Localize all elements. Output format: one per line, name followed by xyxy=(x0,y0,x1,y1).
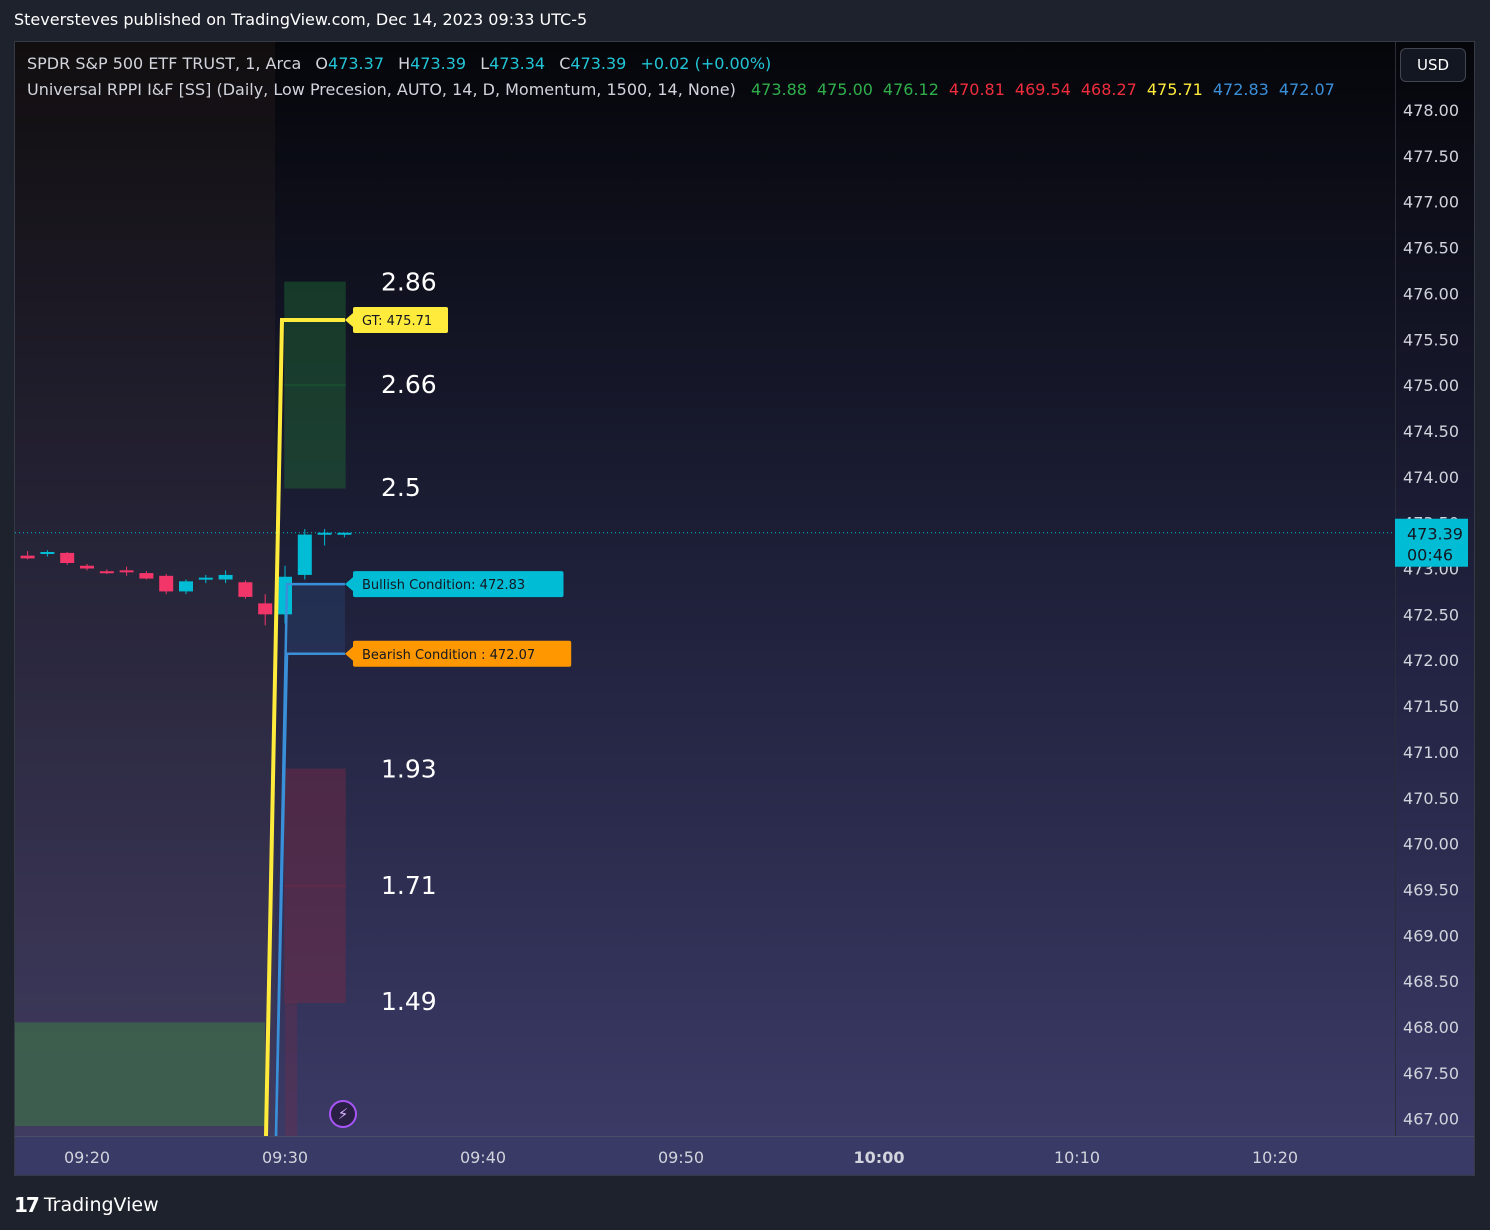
price-tick-5: 475.50 xyxy=(1403,330,1459,349)
price-tick-17: 469.50 xyxy=(1403,880,1459,899)
line-label-1: Bullish Condition: 472.83 xyxy=(362,578,525,593)
candle-body-15[interactable] xyxy=(317,532,332,535)
candle-body-14[interactable] xyxy=(297,534,312,575)
symbol-legend: SPDR S&P 500 ETF TRUST, 1, Arca O473.37 … xyxy=(27,54,771,73)
candle-body-11[interactable] xyxy=(238,582,253,597)
price-tick-22: 467.00 xyxy=(1403,1110,1459,1129)
price-tick-15: 470.50 xyxy=(1403,789,1459,808)
premarket-shade xyxy=(15,42,275,1136)
indicator-value-8: 472.07 xyxy=(1278,80,1335,99)
time-tick-1: 09:30 xyxy=(262,1148,308,1167)
time-tick-4: 10:00 xyxy=(854,1148,905,1167)
footer: 17 TradingView xyxy=(14,1193,159,1217)
price-tick-20: 468.00 xyxy=(1403,1018,1459,1037)
candle-body-1[interactable] xyxy=(40,551,55,554)
indicator-value-4: 469.54 xyxy=(1014,80,1071,99)
publish-header: Steversteves published on TradingView.co… xyxy=(14,10,588,29)
premarket-green-zone xyxy=(15,1022,265,1126)
indicator-value-5: 468.27 xyxy=(1080,80,1137,99)
price-tick-6: 475.00 xyxy=(1403,376,1459,395)
time-tick-6: 10:20 xyxy=(1252,1148,1298,1167)
line-label-pointer-2 xyxy=(345,646,353,661)
time-tick-3: 09:50 xyxy=(658,1148,704,1167)
level-label-3: 1.93 xyxy=(381,754,437,783)
price-tick-16: 470.00 xyxy=(1403,835,1459,854)
time-tick-0: 09:20 xyxy=(64,1148,110,1167)
indicator-value-0: 473.88 xyxy=(750,80,807,99)
level-label-4: 1.71 xyxy=(381,871,437,900)
close-label: C xyxy=(559,54,571,73)
zone-box-0 xyxy=(284,281,346,386)
high-label: H xyxy=(398,54,411,73)
candle-body-16[interactable] xyxy=(337,532,352,535)
last-price-label: 473.39 xyxy=(1407,525,1463,544)
line-label-pointer-1 xyxy=(345,577,353,592)
candle-body-6[interactable] xyxy=(139,573,154,579)
level-label-0: 2.86 xyxy=(381,267,437,296)
candle-body-2[interactable] xyxy=(60,552,75,563)
indicator-value-1: 475.00 xyxy=(816,80,873,99)
chart-frame: 2.86 2.66 2.5 1.93 1.71 1.49 GT: 475.71 Bullish… xyxy=(14,41,1475,1176)
open-value: 473.37 xyxy=(328,54,384,73)
level-label-5: 1.49 xyxy=(381,987,437,1016)
close-value: 473.39 xyxy=(570,54,627,73)
line-label-0: GT: 475.71 xyxy=(362,314,432,329)
price-tick-0: 478.00 xyxy=(1403,101,1459,120)
indicator-name[interactable]: Universal RPPI I&F [SS] (Daily, Low Prec… xyxy=(27,80,736,99)
symbol-name[interactable]: SPDR S&P 500 ETF TRUST, 1, Arca xyxy=(27,54,301,73)
tradingview-logo-icon: 17 xyxy=(14,1193,40,1217)
lightning-icon[interactable]: ⚡ xyxy=(329,1100,357,1128)
high-value: 473.39 xyxy=(410,54,467,73)
candle-body-4[interactable] xyxy=(99,571,114,574)
candle-body-10[interactable] xyxy=(218,574,233,580)
price-tick-8: 474.00 xyxy=(1403,468,1459,487)
zone-box-1 xyxy=(284,384,346,489)
candle-body-3[interactable] xyxy=(80,565,94,569)
price-tick-2: 477.00 xyxy=(1403,193,1459,212)
indicator-value-7: 472.83 xyxy=(1212,80,1269,99)
price-tick-11: 472.50 xyxy=(1403,605,1459,624)
currency-button[interactable]: USD xyxy=(1400,48,1466,82)
price-tick-3: 476.50 xyxy=(1403,239,1459,258)
indicator-value-2: 476.12 xyxy=(882,80,939,99)
low-value: 473.34 xyxy=(489,54,546,73)
line-label-pointer-0 xyxy=(345,312,353,327)
indicator-value-3: 470.81 xyxy=(948,80,1005,99)
price-tick-21: 467.50 xyxy=(1403,1064,1459,1083)
condition-zone xyxy=(285,584,345,654)
time-tick-2: 09:40 xyxy=(460,1148,506,1167)
footer-brand[interactable]: TradingView xyxy=(44,1194,159,1216)
open-label: O xyxy=(315,54,329,73)
price-chart[interactable]: 2.86 2.66 2.5 1.93 1.71 1.49 GT: 475.71 Bullish… xyxy=(15,42,1475,1176)
candle-body-13[interactable] xyxy=(278,576,292,615)
price-tick-14: 471.00 xyxy=(1403,743,1459,762)
candle-body-7[interactable] xyxy=(159,575,174,592)
candle-body-5[interactable] xyxy=(119,570,134,573)
indicator-value-6: 475.71 xyxy=(1146,80,1203,99)
price-tick-4: 476.00 xyxy=(1403,284,1459,303)
price-tick-19: 468.50 xyxy=(1403,972,1459,991)
level-label-2: 2.5 xyxy=(381,473,421,502)
change-value: +0.02 (+0.00%) xyxy=(640,54,772,73)
indicator-legend: Universal RPPI I&F [SS] (Daily, Low Prec… xyxy=(27,80,1335,99)
candle-body-12[interactable] xyxy=(258,603,273,615)
candle-body-8[interactable] xyxy=(179,581,193,592)
price-tick-12: 472.00 xyxy=(1403,651,1459,670)
price-tick-18: 469.00 xyxy=(1403,926,1459,945)
price-tick-13: 471.50 xyxy=(1403,697,1459,716)
level-label-1: 2.66 xyxy=(381,370,437,399)
zone-box-2 xyxy=(284,768,346,887)
low-label: L xyxy=(480,54,490,73)
countdown-label: 00:46 xyxy=(1407,546,1453,565)
zone-extension xyxy=(285,1002,297,1136)
candle-body-9[interactable] xyxy=(198,577,213,580)
candle-body-0[interactable] xyxy=(20,555,35,559)
line-label-2: Bearish Condition : 472.07 xyxy=(362,648,535,663)
price-tick-7: 474.50 xyxy=(1403,422,1459,441)
price-tick-1: 477.50 xyxy=(1403,147,1459,166)
time-tick-5: 10:10 xyxy=(1054,1148,1100,1167)
zone-box-3 xyxy=(284,885,346,1003)
